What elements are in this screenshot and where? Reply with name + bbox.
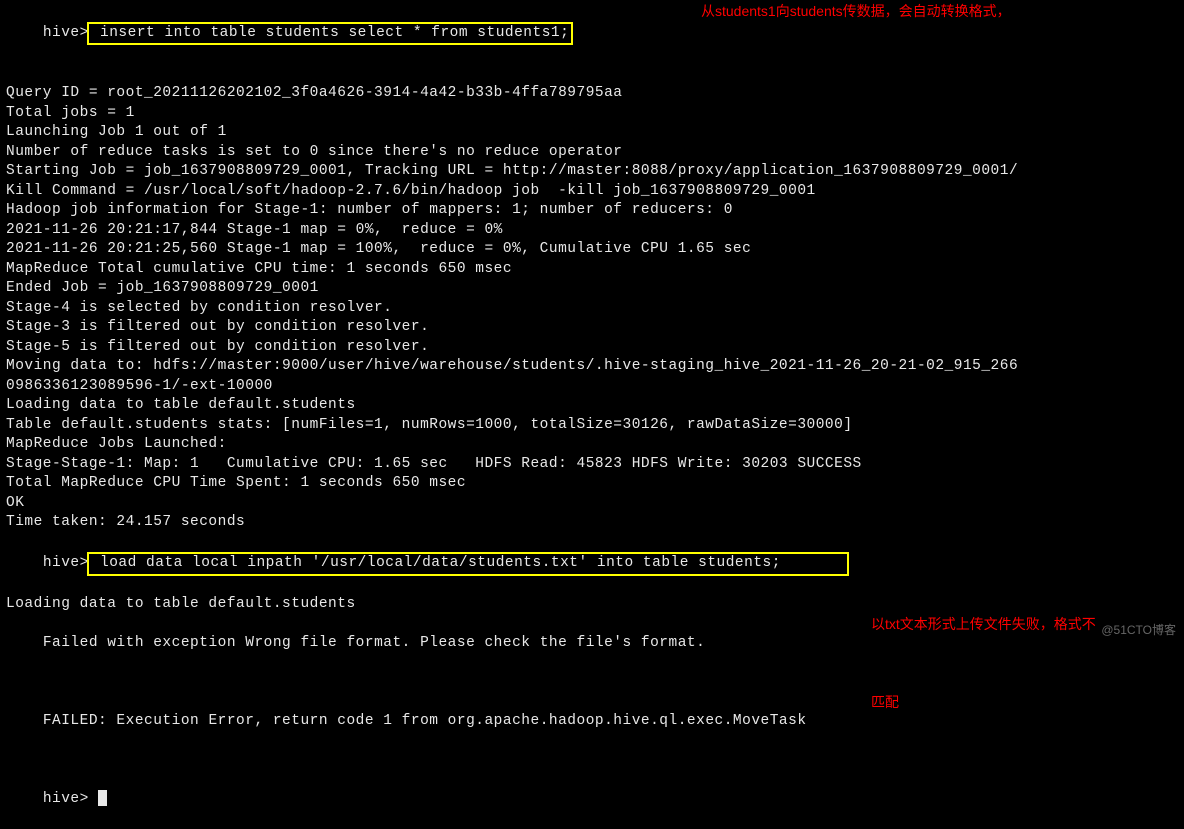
- prompt: hive>: [43, 555, 89, 571]
- output-line: Total MapReduce CPU Time Spent: 1 second…: [6, 474, 1178, 494]
- output-line: Loading data to table default.students: [6, 595, 1178, 615]
- output-line: Loading data to table default.students: [6, 396, 1178, 416]
- output-line: OK: [6, 494, 1178, 514]
- output-line: Kill Command = /usr/local/soft/hadoop-2.…: [6, 182, 1178, 202]
- annotation-bottom-1: 以txt文本形式上传文件失败，格式不: [871, 615, 1096, 635]
- output-line: Table default.students stats: [numFiles=…: [6, 416, 1178, 436]
- output-line: 0986336123089596-1/-ext-10000: [6, 377, 1178, 397]
- command-line-1: hive> insert into table students select …: [6, 2, 1178, 84]
- output-line: 2021-11-26 20:21:25,560 Stage-1 map = 10…: [6, 240, 1178, 260]
- output-line: Stage-3 is filtered out by condition res…: [6, 318, 1178, 338]
- output-line: FAILED: Execution Error, return code 1 f…: [6, 693, 1178, 771]
- output-line: Failed with exception Wrong file format.…: [6, 615, 1178, 693]
- output-line: MapReduce Jobs Launched:: [6, 435, 1178, 455]
- annotation-bottom-2: 匹配: [871, 693, 899, 713]
- watermark: @51CTO博客: [1101, 621, 1176, 641]
- annotation-top: 从students1向students传数据，会自动转换格式，: [701, 2, 1011, 22]
- error-text: Failed with exception Wrong file format.…: [43, 635, 706, 651]
- cursor-icon: [98, 790, 107, 806]
- output-line: Launching Job 1 out of 1: [6, 123, 1178, 143]
- output-line: MapReduce Total cumulative CPU time: 1 s…: [6, 260, 1178, 280]
- command-line-2: hive> load data local inpath '/usr/local…: [6, 533, 1178, 596]
- output-line: Starting Job = job_1637908809729_0001, T…: [6, 162, 1178, 182]
- prompt: hive>: [43, 791, 98, 807]
- prompt: hive>: [43, 25, 89, 41]
- output-line: Total jobs = 1: [6, 104, 1178, 124]
- highlighted-command-1: insert into table students select * from…: [87, 22, 573, 46]
- output-line: Hadoop job information for Stage-1: numb…: [6, 201, 1178, 221]
- output-line: Query ID = root_20211126202102_3f0a4626-…: [6, 84, 1178, 104]
- highlighted-command-2: load data local inpath '/usr/local/data/…: [87, 552, 850, 576]
- output-line: 2021-11-26 20:21:17,844 Stage-1 map = 0%…: [6, 221, 1178, 241]
- output-line: Number of reduce tasks is set to 0 since…: [6, 143, 1178, 163]
- output-line: Time taken: 24.157 seconds: [6, 513, 1178, 533]
- terminal-output[interactable]: hive> insert into table students select …: [6, 2, 1178, 829]
- output-line: Stage-Stage-1: Map: 1 Cumulative CPU: 1.…: [6, 455, 1178, 475]
- output-line: Ended Job = job_1637908809729_0001: [6, 279, 1178, 299]
- output-line: Moving data to: hdfs://master:9000/user/…: [6, 357, 1178, 377]
- output-line: Stage-5 is filtered out by condition res…: [6, 338, 1178, 358]
- error-text: FAILED: Execution Error, return code 1 f…: [43, 713, 807, 729]
- output-line: Stage-4 is selected by condition resolve…: [6, 299, 1178, 319]
- prompt-line[interactable]: hive>: [6, 771, 1178, 829]
